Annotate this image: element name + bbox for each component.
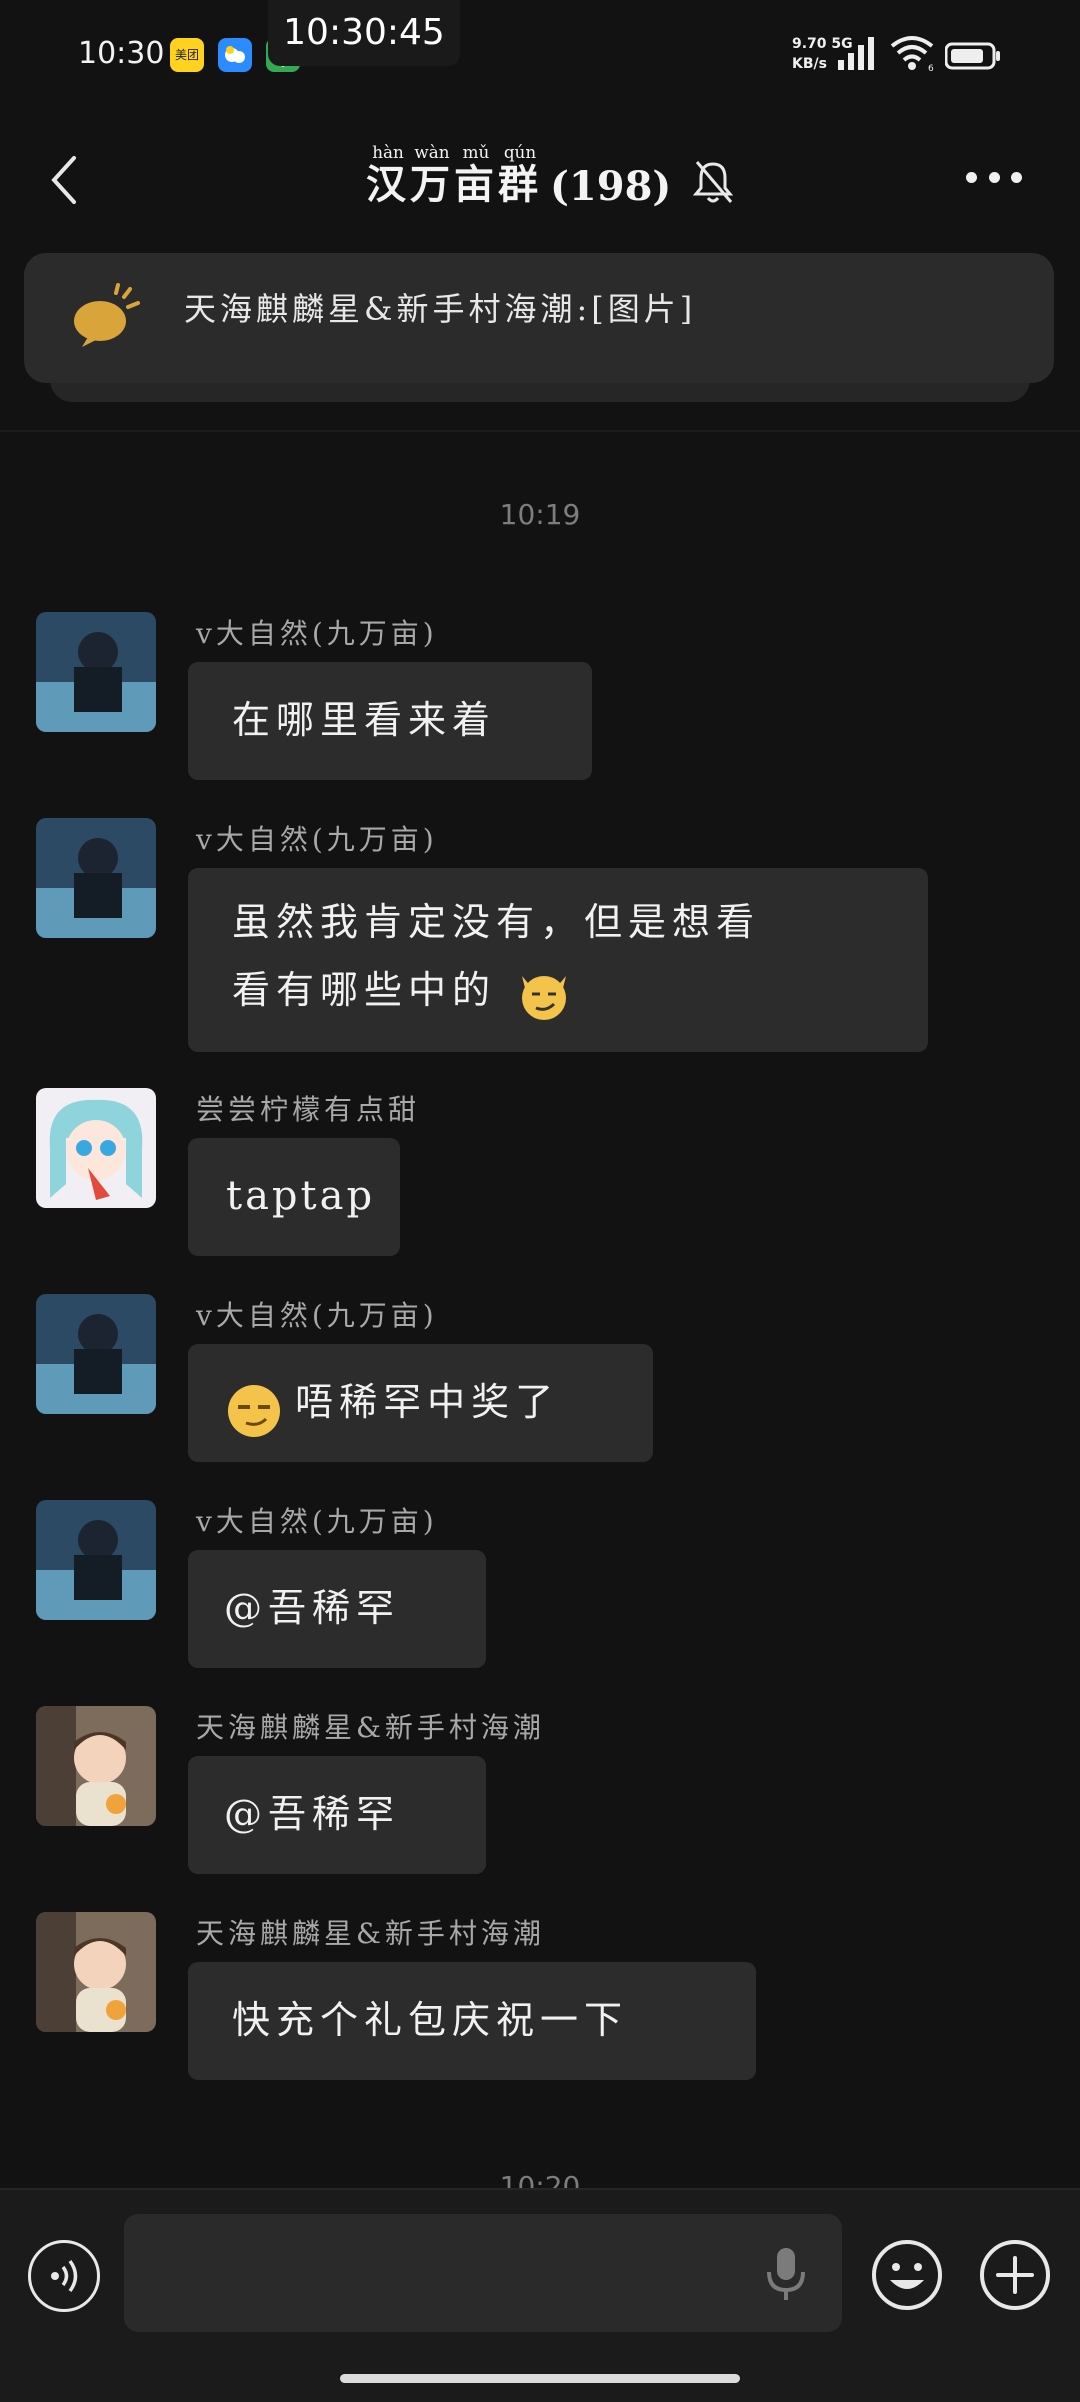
announcement-text: 天海麒麟星&新手村海潮:[图片] (184, 290, 697, 328)
weather-app-icon (218, 38, 252, 72)
sender-name: v大自然(九万亩) (196, 1299, 438, 1332)
message-bubble[interactable]: 唔稀罕中奖了 (188, 1344, 653, 1462)
message-bubble[interactable]: 虽然我肯定没有，但是想看 看有哪些中的 (188, 868, 928, 1052)
more-icon[interactable] (966, 172, 1022, 188)
mention-text[interactable]: @吾稀罕 (224, 1586, 400, 1630)
group-name: 汉hàn万wàn亩mǔ群qún (366, 142, 542, 208)
avatar[interactable] (36, 1912, 156, 2032)
chat-title: 汉hàn万wàn亩mǔ群qún (198) (366, 142, 735, 210)
emoji-icon[interactable] (870, 2238, 944, 2312)
sender-name: 天海麒麟星&新手村海潮 (196, 1917, 545, 1950)
plus-icon[interactable] (978, 2238, 1052, 2312)
status-time: 10:30 (78, 36, 165, 71)
avatar[interactable] (36, 612, 156, 732)
message-text: 看有哪些中的 (232, 956, 928, 1024)
clock-overlay: 10:30:45 (268, 0, 460, 66)
divider (0, 430, 1080, 432)
message-text: 快充个礼包庆祝一下 (232, 1998, 629, 2042)
wifi-icon: 6 (890, 36, 934, 72)
avatar[interactable] (36, 1500, 156, 1620)
sender-name: 尝尝柠檬有点甜 (196, 1093, 421, 1126)
message-bubble[interactable]: @吾稀罕 (188, 1550, 486, 1668)
mention-text[interactable]: @吾稀罕 (224, 1792, 400, 1836)
message-input[interactable] (124, 2214, 842, 2332)
message-bubble[interactable]: 快充个礼包庆祝一下 (188, 1962, 756, 2080)
voice-icon (51, 2259, 78, 2293)
bell-muted-icon[interactable] (691, 158, 735, 206)
avatar[interactable] (36, 1088, 156, 1208)
avatar[interactable] (36, 818, 156, 938)
battery-icon (945, 42, 1000, 70)
voice-button[interactable] (28, 2240, 100, 2312)
signal-icon (838, 37, 874, 70)
avatar[interactable] (36, 1706, 156, 1826)
avatar[interactable] (36, 1294, 156, 1414)
sender-name: 天海麒麟星&新手村海潮 (196, 1711, 545, 1744)
message-text: 唔稀罕中奖了 (295, 1380, 560, 1424)
smirk-cat-emoji (522, 975, 567, 1020)
member-count: (198) (550, 163, 672, 210)
sender-name: v大自然(九万亩) (196, 1505, 438, 1538)
meituan-app-icon: 美团 (170, 38, 204, 72)
sender-name: v大自然(九万亩) (196, 617, 438, 650)
back-icon[interactable] (46, 150, 82, 210)
home-indicator[interactable] (340, 2374, 740, 2383)
message-bubble[interactable]: 在哪里看来着 (188, 662, 592, 780)
mic-icon[interactable] (764, 2246, 808, 2304)
smirk-face-emoji (228, 1384, 280, 1437)
time-separator: 10:19 (499, 498, 581, 531)
message-bubble[interactable]: @吾稀罕 (188, 1756, 486, 1874)
message-text: taptap (226, 1173, 376, 1219)
message-bubble[interactable]: taptap (188, 1138, 400, 1256)
svg-text:6: 6 (928, 64, 934, 72)
message-text: 虽然我肯定没有，但是想看 (232, 900, 761, 944)
message-text: 在哪里看来着 (232, 698, 497, 742)
announcement-icon (74, 283, 140, 347)
sender-name: v大自然(九万亩) (196, 823, 438, 856)
